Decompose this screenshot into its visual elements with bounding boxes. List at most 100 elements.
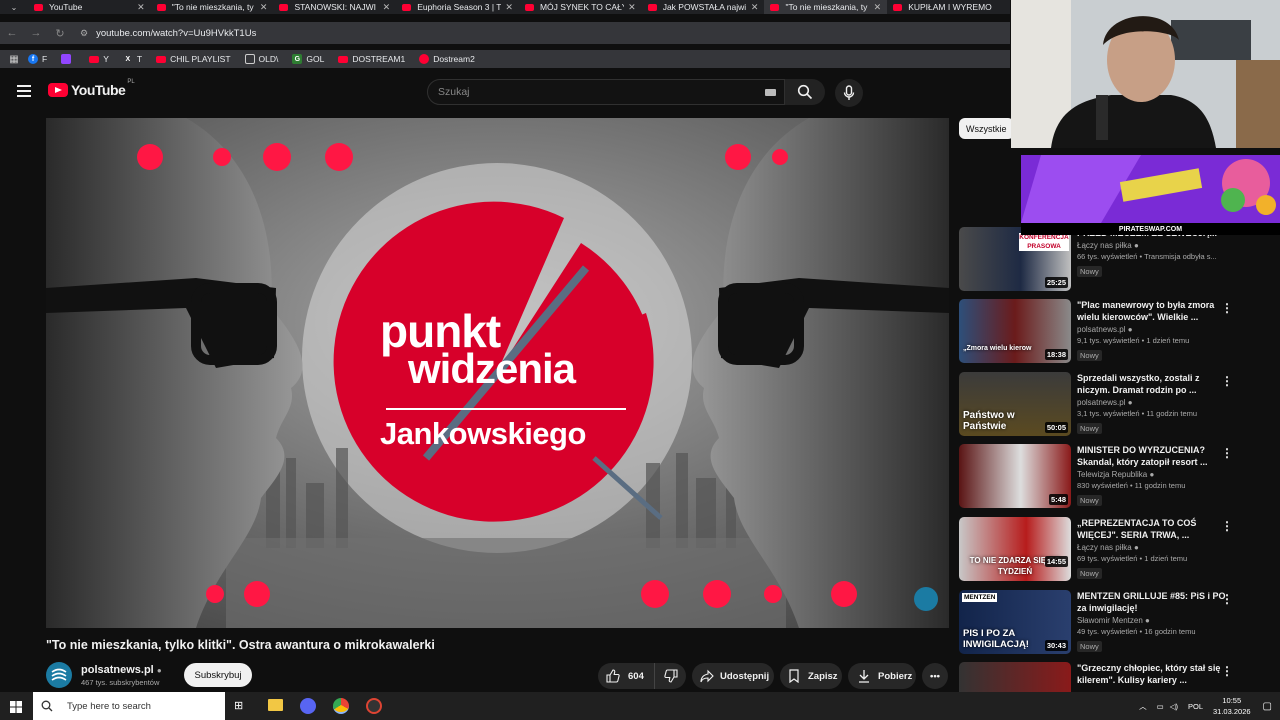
logo-region: PL [127, 79, 135, 85]
channel-avatar[interactable] [46, 662, 72, 688]
bookmark-y[interactable]: Y [89, 54, 109, 64]
bookmark-chil-playlist[interactable]: CHIL PLAYLIST [156, 54, 231, 64]
recommendation-title: Sprzedali wszystko, zostali z niczym. Dr… [1077, 373, 1200, 395]
search-button[interactable] [785, 79, 825, 105]
recommendation-thumbnail[interactable]: MENTZEN PIS I PO ZA INWIGILACJĄ! 30:43 [959, 590, 1071, 654]
search-input[interactable]: Szukaj [427, 79, 785, 105]
notifications-icon[interactable]: ▢ [1263, 701, 1272, 712]
more-vertical-icon[interactable]: ⋮ [1221, 446, 1233, 460]
task-view-icon[interactable]: ⊞ [234, 699, 243, 712]
recommendation-item[interactable]: 5:48 MINISTER DO WYRZUCENIA? Skandal, kt… [959, 444, 1259, 509]
tab-label: MÓJ SYNEK TO CAŁY [539, 2, 625, 12]
close-icon[interactable]: ✕ [137, 2, 145, 13]
clock[interactable]: 10:55 31.03.2026 [1213, 695, 1251, 717]
like-button[interactable]: 604 [598, 663, 654, 689]
tab-search-icon[interactable]: ⌄ [0, 0, 28, 14]
recommendation-thumbnail[interactable]: „Zmora wielu kierow 18:38 [959, 299, 1071, 363]
download-button[interactable]: Pobierz [848, 663, 916, 689]
youtube-icon [89, 55, 100, 63]
channel-name[interactable]: polsatnews.pl ● [81, 664, 162, 676]
mentzen-logo: MENTZEN [962, 593, 998, 602]
bookmark-gol[interactable]: G GOL [292, 54, 324, 64]
more-vertical-icon[interactable]: ⋮ [1221, 374, 1233, 388]
ad-domain: PIRATESWAP.COM [1021, 223, 1280, 235]
tab-0[interactable]: YouTube ✕ [28, 0, 151, 14]
address-bar: ← → ↻ ⚙ youtube.com/watch?v=Uu9HVkkT1Us [0, 22, 1010, 44]
keyboard-icon[interactable] [765, 89, 776, 96]
windows-taskbar: Type here to search ⊞ ︿ ▭ ◁) POL 10:55 3… [0, 692, 1280, 720]
more-vertical-icon[interactable]: ⋮ [1221, 301, 1233, 315]
reload-icon[interactable]: ↻ [48, 27, 72, 40]
recommendation-item[interactable]: KONFERENCJA PRASOWA 25:25 PRZED MECZEM Z… [959, 227, 1259, 292]
recommendation-item[interactable]: MENTZEN PIS I PO ZA INWIGILACJĄ! 30:43 M… [959, 590, 1259, 655]
tab-1[interactable]: "To nie mieszkania, ty ✕ [151, 0, 274, 14]
tab-2[interactable]: STANOWSKI: NAJWI ✕ [273, 0, 396, 14]
bookmark-label: Y [103, 54, 109, 64]
tab-4[interactable]: MÓJ SYNEK TO CAŁY ✕ [519, 0, 642, 14]
bookmark-dostream1[interactable]: DOSTREAM1 [338, 54, 405, 64]
tab-5[interactable]: Jak POWSTAŁA najwi ✕ [642, 0, 765, 14]
recommendation-thumbnail[interactable]: 5:48 [959, 444, 1071, 508]
recommendation-thumbnail[interactable]: TO NIE ZDARZA SIĘ CO TYDZIEŃ 14:55 [959, 517, 1071, 581]
file-explorer-icon[interactable] [268, 699, 283, 711]
close-icon[interactable]: ✕ [260, 2, 268, 13]
recommendation-item[interactable]: Państwo w Państwie 50:05 Sprzedali wszys… [959, 372, 1259, 437]
close-icon[interactable]: ✕ [751, 2, 759, 13]
channel-text: Sławomir Mentzen [1077, 616, 1143, 625]
close-icon[interactable]: ✕ [505, 2, 513, 13]
more-vertical-icon[interactable]: ⋮ [1221, 592, 1233, 606]
ad-banner-overlay[interactable]: PIRATESWAP.COM [1021, 155, 1280, 235]
close-icon[interactable]: ✕ [628, 2, 636, 13]
recommendation-thumbnail[interactable] [959, 662, 1071, 692]
recommendation-item[interactable]: TO NIE ZDARZA SIĘ CO TYDZIEŃ 14:55 „REPR… [959, 517, 1259, 582]
channel-text: Telewizja Republika [1077, 470, 1148, 479]
chrome-icon[interactable] [333, 698, 349, 714]
discord-icon[interactable] [300, 698, 316, 714]
share-button[interactable]: Udostępnij [692, 663, 774, 689]
tab-7[interactable]: KUPIŁAM I WYREMO [887, 0, 1010, 14]
bookmark-twitch[interactable] [61, 54, 75, 64]
tab-3[interactable]: Euphoria Season 3 | T ✕ [396, 0, 519, 14]
windows-start-icon[interactable] [10, 700, 22, 718]
language-indicator[interactable]: POL [1188, 702, 1203, 711]
recommendation-thumbnail[interactable]: Państwo w Państwie 50:05 [959, 372, 1071, 436]
bookmark-label: T [136, 54, 143, 64]
subscribe-button[interactable]: Subskrybuj [184, 663, 252, 687]
voice-search-button[interactable] [835, 79, 863, 107]
tray-expand-icon[interactable]: ︿ [1139, 701, 1147, 712]
video-player[interactable]: punkt widzenia Jankowskiego [46, 118, 949, 628]
back-icon[interactable]: ← [0, 27, 24, 39]
network-icon[interactable]: ▭ [1157, 702, 1164, 711]
site-info-icon[interactable]: ⚙ [80, 28, 88, 39]
taskbar-search-input[interactable]: Type here to search [33, 692, 225, 720]
recommendation-item[interactable]: "Grzeczny chłopiec, który stał się kiler… [959, 662, 1259, 692]
share-icon [700, 669, 714, 683]
twitch-icon [61, 54, 72, 64]
recommendation-item[interactable]: „Zmora wielu kierow 18:38 "Plac manewrow… [959, 299, 1259, 364]
menu-icon[interactable] [17, 85, 31, 97]
dostream-icon [419, 54, 430, 64]
tab-6-active[interactable]: "To nie mieszkania, ty ✕ [764, 0, 888, 14]
close-icon[interactable]: ✕ [383, 2, 391, 13]
youtube-icon [156, 55, 167, 63]
recommendation-thumbnail[interactable]: KONFERENCJA PRASOWA 25:25 [959, 227, 1071, 291]
close-icon[interactable]: ✕ [874, 2, 882, 13]
url-field[interactable]: ⚙ youtube.com/watch?v=Uu9HVkkT1Us [80, 28, 256, 39]
obs-icon[interactable] [366, 698, 382, 714]
bookmark-t[interactable]: XT [123, 54, 143, 64]
bookmark-f[interactable]: fF [28, 54, 47, 64]
thumbnail-caption: Państwo w Państwie [963, 410, 1015, 432]
youtube-logo[interactable]: YouTube PL [48, 79, 135, 98]
save-button[interactable]: Zapisz [780, 663, 842, 689]
bookmark-dostream2[interactable]: Dostream2 [419, 54, 475, 64]
more-actions-button[interactable]: ••• [922, 663, 948, 689]
forward-icon[interactable]: → [24, 27, 48, 39]
dislike-button[interactable] [654, 663, 686, 689]
duration-badge: 5:48 [1048, 494, 1068, 505]
bookmark-old[interactable]: OLD\ [244, 54, 278, 64]
more-vertical-icon[interactable]: ⋮ [1221, 519, 1233, 533]
apps-grid-icon[interactable]: ▦ [0, 54, 28, 65]
filter-chip-all[interactable]: Wszystkie [959, 118, 1014, 139]
volume-icon[interactable]: ◁) [1170, 702, 1178, 711]
more-vertical-icon[interactable]: ⋮ [1221, 664, 1233, 678]
